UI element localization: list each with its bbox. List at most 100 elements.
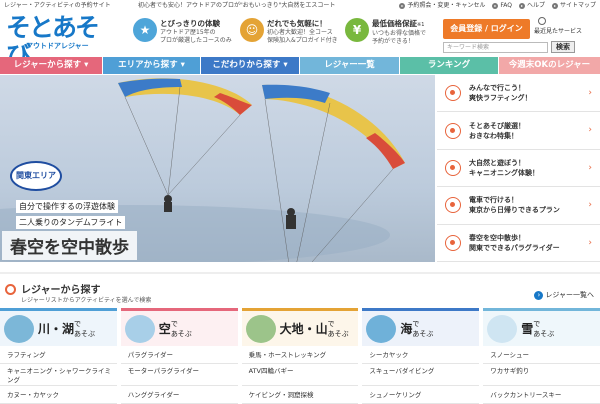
category-item[interactable]: ワカサギ釣り <box>483 364 600 386</box>
help-link[interactable]: ▸ ヘルプ <box>518 0 545 12</box>
star-icon: ★ <box>133 18 157 42</box>
feature-desc: プロが厳選したコースのみ <box>160 37 232 44</box>
paraglider-icon <box>124 314 155 343</box>
feature-desc: いつもお得な価格で <box>372 30 427 37</box>
category-item[interactable]: ラフティング <box>0 346 117 364</box>
category-land-mountain: 大地・山 であそぶ 乗馬・ホーストレッキング ATV四輪バギー ケイビング・洞窟… <box>241 308 363 404</box>
category-item[interactable]: バックカントリースキー <box>483 386 600 404</box>
leisure-search-section: レジャーから探す レジャーリストからアクティビティを選んで検索 › レジャー一覧へ <box>0 272 600 305</box>
feature-desc: アウトドア歴15年の <box>160 29 216 36</box>
category-snow: 雪 であそぶ スノーシュー ワカサギ釣り バックカントリースキー <box>483 308 600 404</box>
feature-desc: 保険加入&プロガイド付き <box>267 37 338 44</box>
ribbon-icon <box>445 234 461 251</box>
chevron-right-icon: › <box>588 162 592 173</box>
help-icon: ▸ <box>518 3 525 9</box>
feature-list-item[interactable]: 大自然と遊ぼう！ キャニオニング体験！ › <box>437 149 600 188</box>
category-columns: 川・湖 であそぶ ラフティング キャニオニング・シャワークライミング カヌー・カ… <box>0 308 600 404</box>
reservation-icon: ▸ <box>399 3 406 9</box>
nav-ranking[interactable]: ランキング <box>400 57 499 74</box>
recent-services-link[interactable]: 最近見たサービス <box>534 17 596 35</box>
feature-price: ¥ 最低価格保証※1 いつもお得な価格で 予約ができる！ <box>345 18 426 50</box>
category-item[interactable]: パラグライダー <box>120 346 238 364</box>
rafting-icon <box>4 314 34 343</box>
feature-list-item[interactable]: 春空を空中散歩！ 関東でできるパラグライダー › <box>437 224 600 262</box>
yen-icon: ¥ <box>345 18 369 42</box>
category-header[interactable]: 空 であそぶ <box>120 308 238 346</box>
search-button[interactable]: 検索 <box>551 41 575 53</box>
site-tagline: レジャー・アクティビティの予約サイト <box>4 2 111 9</box>
feature-desc: 初心者大歓迎！全コース <box>267 29 333 36</box>
category-river-lake: 川・湖 であそぶ ラフティング キャニオニング・シャワークライミング カヌー・カ… <box>0 308 121 404</box>
arrow-right-icon: › <box>534 291 544 300</box>
section-title: レジャーから探す <box>21 285 101 296</box>
day-trip-icon <box>445 197 461 214</box>
register-login-button[interactable]: 会員登録 / ログイン <box>443 19 530 39</box>
ribbon-icon <box>445 122 461 139</box>
category-item[interactable]: 乗馬・ホーストレッキング <box>241 346 359 364</box>
search-input[interactable]: キーワード検索 <box>443 42 548 53</box>
category-item[interactable]: スノーシュー <box>483 346 600 364</box>
main-nav: レジャーから探す ▾ エリアから探す ▾ こだわりから探す ▾ レジャー一覧 ラ… <box>0 57 600 74</box>
category-item[interactable]: スキューバダイビング <box>362 364 480 386</box>
sitemap-link[interactable]: ▸ サイトマップ <box>551 0 596 12</box>
category-header[interactable]: 雪 であそぶ <box>483 308 600 346</box>
top-bar: レジャー・アクティビティの予約サイト 初心者でも安心！アウトドアのプロが"おもい… <box>0 0 600 12</box>
category-item[interactable]: モーターパラグライダー <box>120 364 238 386</box>
feature-title: とびっきりの体験 <box>160 19 220 28</box>
feature-experience: ★ とびっきりの体験 アウトドア歴15年の プロが厳選したコースのみ <box>133 18 232 50</box>
faq-icon: ▸ <box>492 3 499 9</box>
feature-title: だれでも気軽に！ <box>267 19 327 28</box>
horse-icon <box>245 314 276 343</box>
section-subtitle: レジャーリストからアクティビティを選んで検索 <box>21 297 152 304</box>
recent-services-label: 最近見たサービス <box>534 28 583 35</box>
header: そとあそび アウトドアレジャー ★ とびっきりの体験 アウトドア歴15年の プロ… <box>0 12 600 70</box>
feature-list: みんなで行こう！ 爽快ラフティング！ › そとあそび厳選！ おきなわ特集！ › 大自… <box>437 75 600 262</box>
wave-icon <box>366 314 397 343</box>
category-item[interactable]: ケイビング・洞窟探検 <box>241 386 359 404</box>
category-header[interactable]: 川・湖 であそぶ <box>0 308 117 346</box>
category-item[interactable]: ハンググライダー <box>120 386 238 404</box>
feature-beginner: ☺ だれでも気軽に！ 初心者大歓迎！全コース 保険加入&プロガイド付き <box>240 18 338 50</box>
nav-leisure-list[interactable]: レジャー一覧 <box>300 57 400 74</box>
leisure-list-link[interactable]: › レジャー一覧へ <box>534 290 594 300</box>
chevron-right-icon: › <box>588 125 592 136</box>
hero-caption-1: 自分で操作するの浮遊体験 <box>16 200 118 213</box>
ribbon-icon <box>445 159 461 176</box>
category-item[interactable]: シーカヤック <box>362 346 480 364</box>
category-item[interactable]: キャニオニング・シャワークライミング <box>0 364 117 386</box>
sitemap-icon: ▸ <box>551 3 558 9</box>
hero-caption-2: 二人乗りのタンデムフライト <box>16 216 126 229</box>
beginner-icon: ☺ <box>240 18 264 42</box>
nav-area[interactable]: エリアから探す ▾ <box>103 57 201 74</box>
feature-list-item[interactable]: そとあそび厳選！ おきなわ特集！ › <box>437 112 600 150</box>
site-subtagline: 初心者でも安心！アウトドアのプロが"おもいっきり"大自然をエスコート <box>138 2 336 9</box>
category-item[interactable]: カヌー・カヤック <box>0 386 117 404</box>
category-header[interactable]: 海 であそぶ <box>362 308 480 346</box>
skier-icon <box>487 314 518 343</box>
reservation-link[interactable]: ▸ 予約照会・変更・キャンセル <box>399 0 485 12</box>
ribbon-icon <box>445 85 461 102</box>
nav-leisure[interactable]: レジャーから探す ▾ <box>0 57 103 74</box>
clock-icon <box>538 17 546 25</box>
feature-desc: 予約ができる！ <box>372 38 414 45</box>
nav-weekend[interactable]: 今週末OKのレジャー <box>499 57 600 74</box>
category-header[interactable]: 大地・山 であそぶ <box>241 308 359 346</box>
feature-note: ※1 <box>417 22 425 28</box>
chevron-right-icon: › <box>588 200 592 211</box>
category-item[interactable]: ATV四輪バギー <box>241 364 359 386</box>
site-logo[interactable]: そとあそび アウトドアレジャー <box>4 14 119 70</box>
chevron-right-icon: › <box>588 237 592 248</box>
feature-list-item[interactable]: 電車で行ける！ 東京から日帰りできるプラン › <box>437 187 600 225</box>
area-badge: 関東エリア <box>10 161 62 191</box>
chevron-right-icon: › <box>588 88 592 98</box>
logo-subtext: アウトドアレジャー <box>26 42 89 50</box>
hero-banner[interactable]: 関東エリア 自分で操作するの浮遊体験 二人乗りのタンデムフライト 春空を空中散歩 <box>0 75 435 262</box>
hero-headline: 春空を空中散歩 <box>2 231 137 260</box>
utility-links: ▸ 予約照会・変更・キャンセル ▸ FAQ ▸ ヘルプ ▸ サイトマップ <box>399 0 596 12</box>
feature-list-item[interactable]: みんなで行こう！ 爽快ラフティング！ › <box>437 75 600 113</box>
feature-title: 最低価格保証 <box>372 19 417 28</box>
nav-preference[interactable]: こだわりから探す ▾ <box>201 57 300 74</box>
category-item[interactable]: シュノーケリング <box>362 386 480 404</box>
category-sky: 空 であそぶ パラグライダー モーターパラグライダー ハンググライダー <box>120 308 242 404</box>
faq-link[interactable]: ▸ FAQ <box>492 0 512 12</box>
